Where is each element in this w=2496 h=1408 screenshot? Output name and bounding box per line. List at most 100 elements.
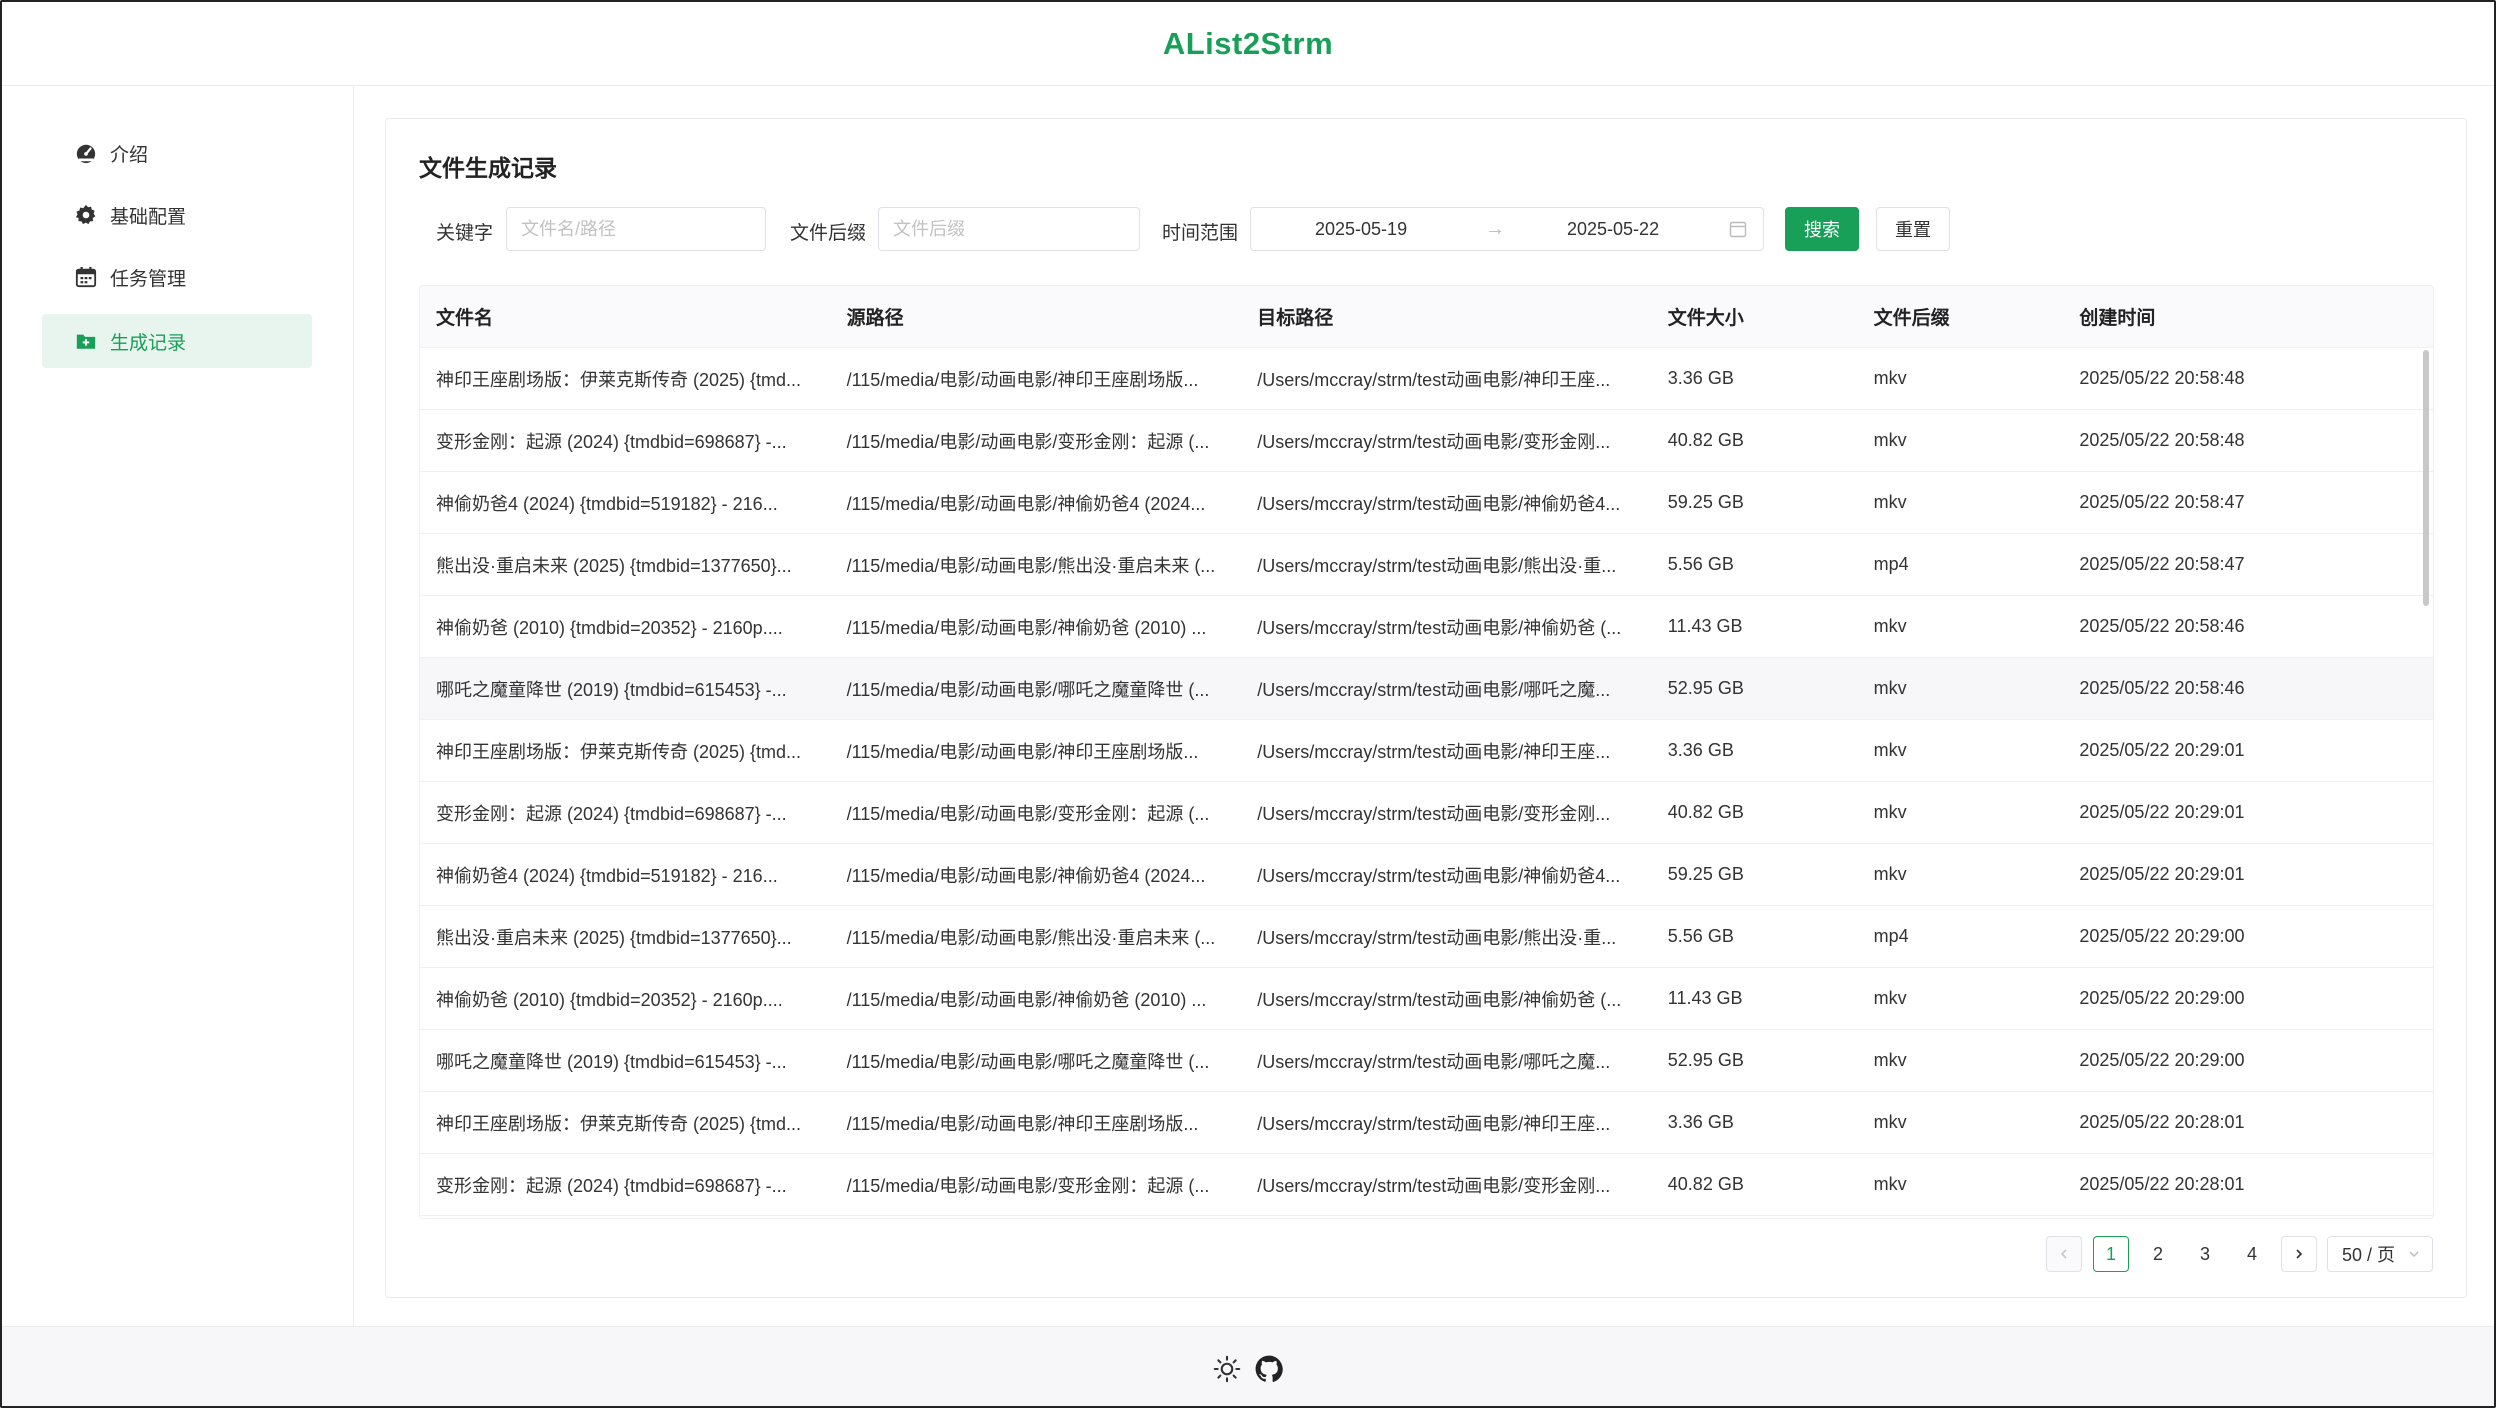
sidebar-item-generation-records[interactable]: 生成记录 bbox=[42, 314, 312, 368]
page-2[interactable]: 2 bbox=[2140, 1236, 2176, 1272]
page-1[interactable]: 1 bbox=[2093, 1236, 2129, 1272]
table-header: 文件名 源路径 目标路径 文件大小 文件后缀 创建时间 bbox=[420, 286, 2433, 348]
sidebar-item-task-management[interactable]: 任务管理 bbox=[42, 250, 312, 304]
table-row[interactable]: 变形金刚：起源 (2024) {tmdbid=698687} -... /115/… bbox=[420, 782, 2433, 844]
sidebar-item-label: 生成记录 bbox=[110, 332, 187, 354]
prev-page-button[interactable] bbox=[2046, 1236, 2082, 1272]
file-suffix-cell: mp4 bbox=[1873, 926, 1909, 946]
chevron-down-icon bbox=[2409, 1251, 2419, 1257]
column-header[interactable]: 文件大小 bbox=[1652, 303, 1858, 330]
table-row[interactable]: 神印王座剧场版：伊莱克斯传奇 (2025) {tmd... /115/media/… bbox=[420, 1092, 2433, 1154]
source-path-cell: /115/media/电影/动画电影/神印王座剧场版... bbox=[846, 369, 1199, 390]
file-suffix-cell: mkv bbox=[1873, 616, 1907, 636]
file-size-cell: 40.82 GB bbox=[1667, 430, 1744, 450]
table-row[interactable]: 变形金刚：起源 (2024) {tmdbid=698687} -... /115/… bbox=[420, 1154, 2433, 1216]
file-name-cell: 变形金刚：起源 (2024) {tmdbid=698687} -... bbox=[436, 1175, 787, 1196]
sidebar: 介绍 基础配置 任务管理 生成记录 bbox=[2, 86, 354, 1326]
records-table: 文件名 源路径 目标路径 文件大小 文件后缀 创建时间 神印王座剧场版：伊莱克斯… bbox=[419, 285, 2434, 1219]
created-time-cell: 2025/05/22 20:58:47 bbox=[2079, 492, 2245, 512]
date-range-picker[interactable]: 2025-05-19 → 2025-05-22 bbox=[1250, 207, 1764, 251]
source-path-cell: /115/media/电影/动画电影/变形金刚：起源 (... bbox=[846, 1175, 1210, 1196]
file-suffix-cell: mkv bbox=[1873, 368, 1907, 388]
time-range-label: 时间范围 bbox=[1162, 223, 1239, 244]
file-name-cell: 神印王座剧场版：伊莱克斯传奇 (2025) {tmd... bbox=[436, 1113, 802, 1134]
file-name-cell: 神偷奶爸4 (2024) {tmdbid=519182} - 216... bbox=[436, 865, 778, 886]
file-name-cell: 神偷奶爸 (2010) {tmdbid=20352} - 2160p.... bbox=[436, 989, 783, 1010]
target-path-cell: /Users/mccray/strm/test动画电影/神印王座... bbox=[1257, 741, 1611, 762]
file-size-cell: 40.82 GB bbox=[1667, 1174, 1744, 1194]
file-suffix-cell: mkv bbox=[1873, 430, 1907, 450]
end-date[interactable]: 2025-05-22 bbox=[1567, 219, 1659, 240]
file-suffix-cell: mkv bbox=[1873, 678, 1907, 698]
sidebar-item-label: 介绍 bbox=[110, 144, 149, 166]
table-row[interactable]: 神偷奶爸 (2010) {tmdbid=20352} - 2160p.... /1… bbox=[420, 968, 2433, 1030]
search-button[interactable]: 搜索 bbox=[1785, 207, 1859, 251]
target-path-cell: /Users/mccray/strm/test动画电影/变形金刚... bbox=[1257, 803, 1611, 824]
gear-icon bbox=[74, 203, 98, 227]
file-suffix-cell: mkv bbox=[1873, 864, 1907, 884]
file-name-cell: 熊出没·重启未来 (2025) {tmdbid=1377650}... bbox=[436, 555, 792, 576]
target-path-cell: /Users/mccray/strm/test动画电影/神偷奶爸4... bbox=[1257, 493, 1621, 514]
file-name-cell: 神印王座剧场版：伊莱克斯传奇 (2025) {tmd... bbox=[436, 369, 802, 390]
table-row[interactable]: 哪吒之魔童降世 (2019) {tmdbid=615453} -... /115/… bbox=[420, 658, 2433, 720]
file-size-cell: 59.25 GB bbox=[1667, 864, 1744, 884]
table-scrollbar[interactable] bbox=[2423, 350, 2429, 606]
source-path-cell: /115/media/电影/动画电影/熊出没·重启未来 (... bbox=[846, 555, 1216, 576]
app-header: AList2Strm bbox=[2, 2, 2494, 86]
target-path-cell: /Users/mccray/strm/test动画电影/神偷奶爸 (... bbox=[1257, 617, 1622, 638]
target-path-cell: /Users/mccray/strm/test动画电影/神偷奶爸4... bbox=[1257, 865, 1621, 886]
calendar-icon[interactable] bbox=[1729, 220, 1747, 243]
page-3[interactable]: 3 bbox=[2187, 1236, 2223, 1272]
table-row[interactable]: 神印王座剧场版：伊莱克斯传奇 (2025) {tmd... /115/media/… bbox=[420, 348, 2433, 410]
records-card: 文件生成记录 关键字 文件后缀 时间范围 2025-05-19 → 2025-0… bbox=[385, 118, 2467, 1298]
app-title[interactable]: AList2Strm bbox=[1163, 26, 1333, 62]
suffix-input[interactable] bbox=[878, 207, 1140, 251]
table-row[interactable]: 神偷奶爸 (2010) {tmdbid=20352} - 2160p.... /1… bbox=[420, 596, 2433, 658]
sidebar-item-label: 任务管理 bbox=[110, 268, 187, 290]
sidebar-item-intro[interactable]: 介绍 bbox=[42, 126, 312, 180]
reset-button[interactable]: 重置 bbox=[1876, 207, 1950, 251]
file-suffix-cell: mkv bbox=[1873, 492, 1907, 512]
chevron-right-icon bbox=[2296, 1249, 2303, 1259]
target-path-cell: /Users/mccray/strm/test动画电影/熊出没·重... bbox=[1257, 555, 1617, 576]
keyword-input[interactable] bbox=[506, 207, 766, 251]
file-size-cell: 11.43 GB bbox=[1667, 988, 1743, 1008]
table-row[interactable]: 熊出没·重启未来 (2025) {tmdbid=1377650}... /115/… bbox=[420, 906, 2433, 968]
page-size-select[interactable]: 50 / 页 bbox=[2327, 1236, 2433, 1272]
source-path-cell: /115/media/电影/动画电影/神印王座剧场版... bbox=[846, 741, 1199, 762]
sidebar-item-basic-config[interactable]: 基础配置 bbox=[42, 188, 312, 242]
next-page-button[interactable] bbox=[2281, 1236, 2317, 1272]
dashboard-icon bbox=[74, 141, 98, 165]
file-name-cell: 神偷奶爸4 (2024) {tmdbid=519182} - 216... bbox=[436, 493, 778, 514]
calendar-icon bbox=[74, 265, 98, 289]
page-4[interactable]: 4 bbox=[2234, 1236, 2270, 1272]
target-path-cell: /Users/mccray/strm/test动画电影/神印王座... bbox=[1257, 369, 1611, 390]
target-path-cell: /Users/mccray/strm/test动画电影/哪吒之魔... bbox=[1257, 679, 1611, 700]
table-row[interactable]: 神偷奶爸4 (2024) {tmdbid=519182} - 216... /11… bbox=[420, 472, 2433, 534]
table-row[interactable]: 哪吒之魔童降世 (2019) {tmdbid=615453} -... /115/… bbox=[420, 1030, 2433, 1092]
column-header[interactable]: 创建时间 bbox=[2063, 303, 2433, 330]
source-path-cell: /115/media/电影/动画电影/神印王座剧场版... bbox=[846, 1113, 1199, 1134]
table-row[interactable]: 神印王座剧场版：伊莱克斯传奇 (2025) {tmd... /115/media/… bbox=[420, 720, 2433, 782]
column-header[interactable]: 文件名 bbox=[420, 303, 831, 330]
target-path-cell: /Users/mccray/strm/test动画电影/神偷奶爸 (... bbox=[1257, 989, 1622, 1010]
created-time-cell: 2025/05/22 20:29:01 bbox=[2079, 802, 2245, 822]
file-name-cell: 熊出没·重启未来 (2025) {tmdbid=1377650}... bbox=[436, 927, 792, 948]
file-suffix-cell: mkv bbox=[1873, 988, 1907, 1008]
table-row[interactable]: 变形金刚：起源 (2024) {tmdbid=698687} -... /115/… bbox=[420, 410, 2433, 472]
target-path-cell: /Users/mccray/strm/test动画电影/哪吒之魔... bbox=[1257, 1051, 1611, 1072]
column-header[interactable]: 文件后缀 bbox=[1858, 303, 2064, 330]
created-time-cell: 2025/05/22 20:29:01 bbox=[2079, 740, 2245, 760]
column-header[interactable]: 目标路径 bbox=[1241, 303, 1652, 330]
sun-icon[interactable] bbox=[1212, 1354, 1242, 1384]
target-path-cell: /Users/mccray/strm/test动画电影/变形金刚... bbox=[1257, 1175, 1611, 1196]
start-date[interactable]: 2025-05-19 bbox=[1315, 219, 1407, 240]
source-path-cell: /115/media/电影/动画电影/神偷奶爸 (2010) ... bbox=[846, 989, 1207, 1010]
source-path-cell: /115/media/电影/动画电影/变形金刚：起源 (... bbox=[846, 431, 1210, 452]
table-row[interactable]: 熊出没·重启未来 (2025) {tmdbid=1377650}... /115/… bbox=[420, 534, 2433, 596]
github-icon[interactable] bbox=[1254, 1354, 1284, 1384]
suffix-label: 文件后缀 bbox=[790, 223, 867, 244]
arrow-right-icon: → bbox=[1485, 217, 1505, 240]
table-row[interactable]: 神偷奶爸4 (2024) {tmdbid=519182} - 216... /11… bbox=[420, 844, 2433, 906]
column-header[interactable]: 源路径 bbox=[831, 303, 1242, 330]
